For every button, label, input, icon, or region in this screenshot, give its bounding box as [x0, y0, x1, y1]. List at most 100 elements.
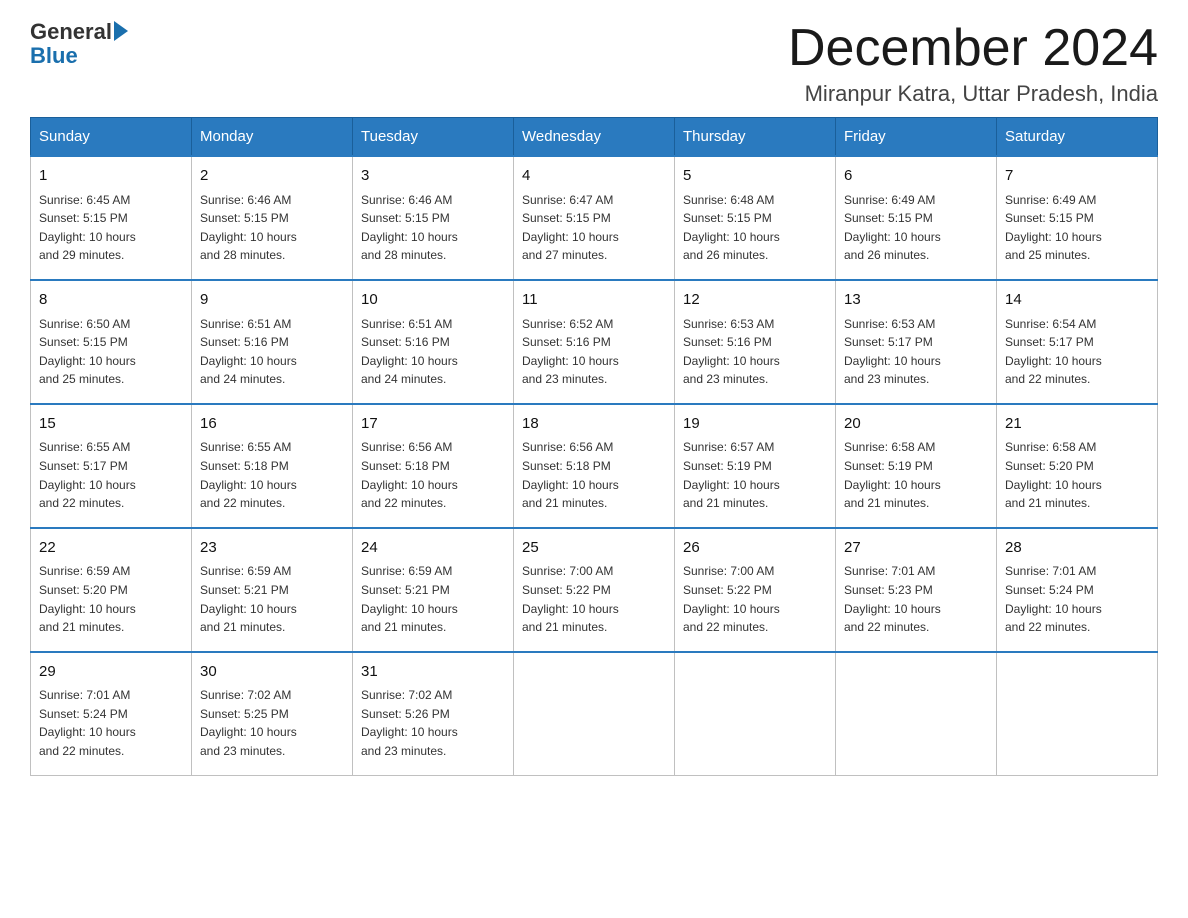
logo: General Blue: [30, 20, 128, 68]
day-cell-16: 16 Sunrise: 6:55 AM Sunset: 5:18 PM Dayl…: [192, 404, 353, 528]
day-number: 15: [39, 413, 183, 436]
day-info: Sunrise: 6:56 AM Sunset: 5:18 PM Dayligh…: [361, 438, 505, 512]
day-number: 12: [683, 289, 827, 312]
day-number: 2: [200, 165, 344, 188]
day-cell-23: 23 Sunrise: 6:59 AM Sunset: 5:21 PM Dayl…: [192, 528, 353, 652]
day-info: Sunrise: 6:46 AM Sunset: 5:15 PM Dayligh…: [361, 191, 505, 265]
day-number: 22: [39, 537, 183, 560]
day-cell-25: 25 Sunrise: 7:00 AM Sunset: 5:22 PM Dayl…: [514, 528, 675, 652]
day-info: Sunrise: 6:58 AM Sunset: 5:20 PM Dayligh…: [1005, 438, 1149, 512]
calendar-table: SundayMondayTuesdayWednesdayThursdayFrid…: [30, 117, 1158, 775]
day-number: 27: [844, 537, 988, 560]
day-number: 13: [844, 289, 988, 312]
day-info: Sunrise: 6:59 AM Sunset: 5:21 PM Dayligh…: [200, 562, 344, 636]
empty-day-cell: [836, 652, 997, 775]
day-cell-12: 12 Sunrise: 6:53 AM Sunset: 5:16 PM Dayl…: [675, 280, 836, 404]
day-info: Sunrise: 6:46 AM Sunset: 5:15 PM Dayligh…: [200, 191, 344, 265]
day-number: 29: [39, 661, 183, 684]
day-info: Sunrise: 6:53 AM Sunset: 5:16 PM Dayligh…: [683, 315, 827, 389]
calendar-week-row: 29 Sunrise: 7:01 AM Sunset: 5:24 PM Dayl…: [31, 652, 1158, 775]
logo-general: General: [30, 20, 112, 44]
day-cell-8: 8 Sunrise: 6:50 AM Sunset: 5:15 PM Dayli…: [31, 280, 192, 404]
day-number: 24: [361, 537, 505, 560]
day-number: 31: [361, 661, 505, 684]
day-number: 9: [200, 289, 344, 312]
day-info: Sunrise: 6:51 AM Sunset: 5:16 PM Dayligh…: [361, 315, 505, 389]
day-info: Sunrise: 6:47 AM Sunset: 5:15 PM Dayligh…: [522, 191, 666, 265]
day-info: Sunrise: 6:54 AM Sunset: 5:17 PM Dayligh…: [1005, 315, 1149, 389]
day-info: Sunrise: 6:49 AM Sunset: 5:15 PM Dayligh…: [844, 191, 988, 265]
day-number: 19: [683, 413, 827, 436]
day-info: Sunrise: 7:02 AM Sunset: 5:25 PM Dayligh…: [200, 686, 344, 760]
weekday-header-monday: Monday: [192, 118, 353, 157]
day-number: 3: [361, 165, 505, 188]
day-cell-7: 7 Sunrise: 6:49 AM Sunset: 5:15 PM Dayli…: [997, 156, 1158, 280]
day-number: 1: [39, 165, 183, 188]
day-cell-21: 21 Sunrise: 6:58 AM Sunset: 5:20 PM Dayl…: [997, 404, 1158, 528]
day-cell-30: 30 Sunrise: 7:02 AM Sunset: 5:25 PM Dayl…: [192, 652, 353, 775]
calendar-week-row: 15 Sunrise: 6:55 AM Sunset: 5:17 PM Dayl…: [31, 404, 1158, 528]
day-info: Sunrise: 7:00 AM Sunset: 5:22 PM Dayligh…: [522, 562, 666, 636]
day-cell-27: 27 Sunrise: 7:01 AM Sunset: 5:23 PM Dayl…: [836, 528, 997, 652]
day-cell-15: 15 Sunrise: 6:55 AM Sunset: 5:17 PM Dayl…: [31, 404, 192, 528]
day-number: 30: [200, 661, 344, 684]
calendar-header-row: SundayMondayTuesdayWednesdayThursdayFrid…: [31, 118, 1158, 157]
day-info: Sunrise: 7:00 AM Sunset: 5:22 PM Dayligh…: [683, 562, 827, 636]
day-info: Sunrise: 6:50 AM Sunset: 5:15 PM Dayligh…: [39, 315, 183, 389]
day-info: Sunrise: 6:52 AM Sunset: 5:16 PM Dayligh…: [522, 315, 666, 389]
day-cell-4: 4 Sunrise: 6:47 AM Sunset: 5:15 PM Dayli…: [514, 156, 675, 280]
logo-blue: Blue: [30, 44, 128, 68]
day-cell-28: 28 Sunrise: 7:01 AM Sunset: 5:24 PM Dayl…: [997, 528, 1158, 652]
day-number: 5: [683, 165, 827, 188]
day-number: 20: [844, 413, 988, 436]
day-cell-2: 2 Sunrise: 6:46 AM Sunset: 5:15 PM Dayli…: [192, 156, 353, 280]
page-header: General Blue December 2024 Miranpur Katr…: [30, 20, 1158, 107]
day-cell-11: 11 Sunrise: 6:52 AM Sunset: 5:16 PM Dayl…: [514, 280, 675, 404]
day-cell-31: 31 Sunrise: 7:02 AM Sunset: 5:26 PM Dayl…: [353, 652, 514, 775]
day-cell-19: 19 Sunrise: 6:57 AM Sunset: 5:19 PM Dayl…: [675, 404, 836, 528]
day-info: Sunrise: 6:53 AM Sunset: 5:17 PM Dayligh…: [844, 315, 988, 389]
day-info: Sunrise: 6:58 AM Sunset: 5:19 PM Dayligh…: [844, 438, 988, 512]
day-info: Sunrise: 7:01 AM Sunset: 5:24 PM Dayligh…: [1005, 562, 1149, 636]
weekday-header-friday: Friday: [836, 118, 997, 157]
day-info: Sunrise: 7:01 AM Sunset: 5:23 PM Dayligh…: [844, 562, 988, 636]
day-cell-13: 13 Sunrise: 6:53 AM Sunset: 5:17 PM Dayl…: [836, 280, 997, 404]
page-title: December 2024: [788, 20, 1158, 77]
day-number: 14: [1005, 289, 1149, 312]
day-info: Sunrise: 6:45 AM Sunset: 5:15 PM Dayligh…: [39, 191, 183, 265]
weekday-header-tuesday: Tuesday: [353, 118, 514, 157]
logo-arrow-icon: [114, 21, 128, 41]
day-number: 28: [1005, 537, 1149, 560]
day-number: 17: [361, 413, 505, 436]
day-number: 25: [522, 537, 666, 560]
day-number: 18: [522, 413, 666, 436]
day-cell-29: 29 Sunrise: 7:01 AM Sunset: 5:24 PM Dayl…: [31, 652, 192, 775]
calendar-week-row: 1 Sunrise: 6:45 AM Sunset: 5:15 PM Dayli…: [31, 156, 1158, 280]
day-number: 23: [200, 537, 344, 560]
page-subtitle: Miranpur Katra, Uttar Pradesh, India: [788, 81, 1158, 107]
day-number: 8: [39, 289, 183, 312]
day-number: 7: [1005, 165, 1149, 188]
day-info: Sunrise: 7:02 AM Sunset: 5:26 PM Dayligh…: [361, 686, 505, 760]
day-info: Sunrise: 6:59 AM Sunset: 5:21 PM Dayligh…: [361, 562, 505, 636]
day-info: Sunrise: 6:59 AM Sunset: 5:20 PM Dayligh…: [39, 562, 183, 636]
day-cell-6: 6 Sunrise: 6:49 AM Sunset: 5:15 PM Dayli…: [836, 156, 997, 280]
weekday-header-wednesday: Wednesday: [514, 118, 675, 157]
day-info: Sunrise: 6:49 AM Sunset: 5:15 PM Dayligh…: [1005, 191, 1149, 265]
day-number: 6: [844, 165, 988, 188]
day-number: 21: [1005, 413, 1149, 436]
weekday-header-saturday: Saturday: [997, 118, 1158, 157]
day-cell-22: 22 Sunrise: 6:59 AM Sunset: 5:20 PM Dayl…: [31, 528, 192, 652]
day-cell-9: 9 Sunrise: 6:51 AM Sunset: 5:16 PM Dayli…: [192, 280, 353, 404]
day-info: Sunrise: 6:48 AM Sunset: 5:15 PM Dayligh…: [683, 191, 827, 265]
day-cell-5: 5 Sunrise: 6:48 AM Sunset: 5:15 PM Dayli…: [675, 156, 836, 280]
day-cell-18: 18 Sunrise: 6:56 AM Sunset: 5:18 PM Dayl…: [514, 404, 675, 528]
day-info: Sunrise: 6:51 AM Sunset: 5:16 PM Dayligh…: [200, 315, 344, 389]
day-info: Sunrise: 6:57 AM Sunset: 5:19 PM Dayligh…: [683, 438, 827, 512]
day-cell-17: 17 Sunrise: 6:56 AM Sunset: 5:18 PM Dayl…: [353, 404, 514, 528]
day-cell-26: 26 Sunrise: 7:00 AM Sunset: 5:22 PM Dayl…: [675, 528, 836, 652]
day-number: 16: [200, 413, 344, 436]
day-cell-1: 1 Sunrise: 6:45 AM Sunset: 5:15 PM Dayli…: [31, 156, 192, 280]
calendar-week-row: 8 Sunrise: 6:50 AM Sunset: 5:15 PM Dayli…: [31, 280, 1158, 404]
empty-day-cell: [997, 652, 1158, 775]
